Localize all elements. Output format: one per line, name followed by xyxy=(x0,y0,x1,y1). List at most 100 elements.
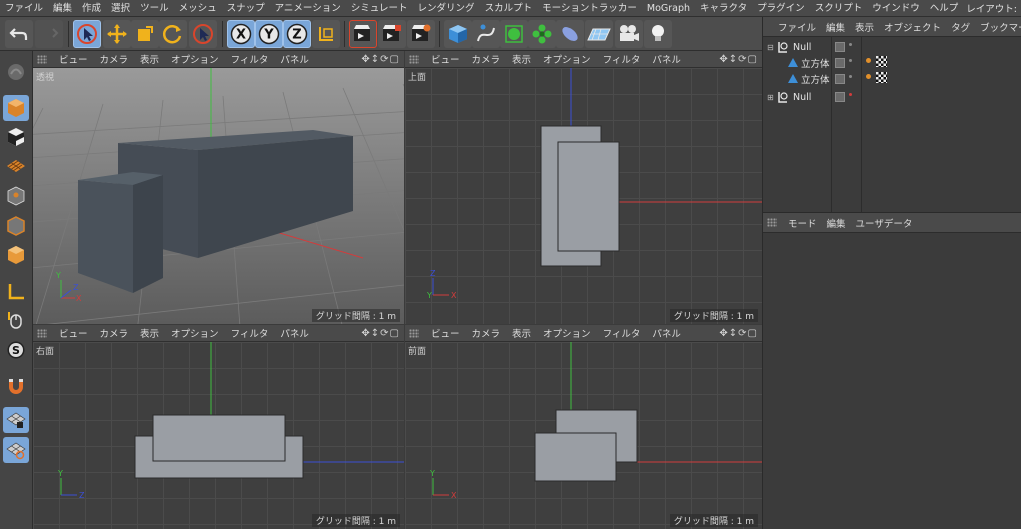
redo-button[interactable] xyxy=(35,20,63,48)
object-row-null[interactable]: ⊞ Null xyxy=(763,89,1021,105)
render-picture-viewer-button[interactable] xyxy=(378,20,406,48)
menu-animate[interactable]: アニメーション xyxy=(270,0,346,16)
object-name[interactable]: Null xyxy=(793,92,811,103)
viewport-menu-view[interactable]: ビュー xyxy=(53,52,94,66)
axis-mode-button[interactable] xyxy=(3,279,29,305)
visibility-dot-icon[interactable] xyxy=(849,59,852,62)
viewport-menu-panel[interactable]: パネル xyxy=(646,52,687,66)
live-select-button[interactable] xyxy=(73,20,101,48)
am-menu-mode[interactable]: モード xyxy=(783,216,822,230)
viewport-navigation-icons[interactable]: ✥↕⟳▢ xyxy=(361,54,404,65)
om-menu-view[interactable]: 表示 xyxy=(850,20,879,34)
menu-motion-tracker[interactable]: モーショントラッカー xyxy=(537,0,642,16)
coordinate-system-button[interactable] xyxy=(312,20,340,48)
panel-grip-icon[interactable] xyxy=(37,54,47,64)
mograph-cloner-button[interactable] xyxy=(528,20,556,48)
viewport-menu-camera[interactable]: カメラ xyxy=(94,326,135,340)
object-row-cube[interactable]: 立方体 xyxy=(763,71,1021,87)
spline-pen-button[interactable] xyxy=(472,20,500,48)
viewport-menu-options[interactable]: オプション xyxy=(537,52,597,66)
texture-mode-button[interactable] xyxy=(3,124,29,150)
menu-file[interactable]: ファイル xyxy=(0,0,48,16)
collapse-icon[interactable]: ⊟ xyxy=(767,43,774,52)
object-row-cube[interactable]: 立方体 xyxy=(763,55,1021,71)
viewport-menu-view[interactable]: ビュー xyxy=(425,326,466,340)
viewport-canvas[interactable]: Z X Y 上面 グリッド間隔 : 1 m xyxy=(405,68,762,324)
viewport-menu-camera[interactable]: カメラ xyxy=(466,326,507,340)
viewport-navigation-icons[interactable]: ✥↕⟳▢ xyxy=(719,328,762,339)
z-axis-lock-button[interactable]: Z xyxy=(283,20,311,48)
menu-help[interactable]: ヘルプ xyxy=(925,0,964,16)
layer-icon[interactable] xyxy=(835,92,845,102)
menu-character[interactable]: キャラクタ xyxy=(695,0,752,16)
camera-button[interactable] xyxy=(615,20,643,48)
menu-sculpt[interactable]: スカルプト xyxy=(480,0,538,16)
expand-icon[interactable]: ⊞ xyxy=(767,93,774,102)
tweak-mode-button[interactable] xyxy=(3,307,29,333)
deformer-button[interactable] xyxy=(556,20,584,48)
menu-mograph[interactable]: MoGraph xyxy=(642,0,695,16)
menu-plugins[interactable]: プラグイン xyxy=(752,0,810,16)
material-tag-icon[interactable] xyxy=(866,58,871,63)
floor-button[interactable] xyxy=(585,20,613,48)
viewport-navigation-icons[interactable]: ✥↕⟳▢ xyxy=(719,54,762,65)
texture-tag-icon[interactable] xyxy=(876,56,887,67)
layer-icon[interactable] xyxy=(835,42,845,52)
material-tag-icon[interactable] xyxy=(866,74,871,79)
layer-icon[interactable] xyxy=(835,58,845,68)
viewport-menu-filter[interactable]: フィルタ xyxy=(225,326,275,340)
menu-select[interactable]: 選択 xyxy=(106,0,135,16)
menu-mesh[interactable]: メッシュ xyxy=(174,0,222,16)
make-editable-button[interactable] xyxy=(3,59,29,85)
rotate-button[interactable] xyxy=(159,20,187,48)
om-menu-edit[interactable]: 編集 xyxy=(821,20,850,34)
viewport-menu-options[interactable]: オプション xyxy=(537,326,597,340)
viewport-canvas[interactable]: Y X Z 透視 グリッド間隔 : 1 m xyxy=(33,68,404,324)
viewport-right[interactable]: ビュー カメラ 表示 オプション フィルタ パネル ✥↕⟳▢ Y Z 右面 グリ… xyxy=(33,325,404,529)
om-menu-tags[interactable]: タグ xyxy=(946,20,975,34)
viewport-menu-display[interactable]: 表示 xyxy=(134,52,165,66)
model-mode-button[interactable] xyxy=(3,95,29,121)
subdivision-surface-button[interactable] xyxy=(500,20,528,48)
panel-grip-icon[interactable] xyxy=(767,218,777,227)
menu-create[interactable]: 作成 xyxy=(77,0,106,16)
render-view-button[interactable] xyxy=(349,20,377,48)
undo-button[interactable] xyxy=(5,20,33,48)
viewport-menu-options[interactable]: オプション xyxy=(165,326,225,340)
om-menu-bookmarks[interactable]: ブックマー xyxy=(975,20,1021,34)
am-menu-edit[interactable]: 編集 xyxy=(822,216,851,230)
visibility-dot-icon[interactable] xyxy=(849,93,852,96)
render-settings-button[interactable] xyxy=(407,20,435,48)
move-button[interactable] xyxy=(103,20,131,48)
viewport-menu-display[interactable]: 表示 xyxy=(134,326,165,340)
recent-tool-button[interactable] xyxy=(189,20,217,48)
viewport-top[interactable]: ビュー カメラ 表示 オプション フィルタ パネル ✥↕⟳▢ Z X Y 上面 … xyxy=(405,51,762,324)
panel-grip-icon[interactable] xyxy=(37,328,47,338)
menu-script[interactable]: スクリプト xyxy=(810,0,868,16)
y-axis-lock-button[interactable]: Y xyxy=(255,20,283,48)
menu-edit[interactable]: 編集 xyxy=(48,0,77,16)
viewport-menu-view[interactable]: ビュー xyxy=(53,326,94,340)
visibility-dot-icon[interactable] xyxy=(849,43,852,46)
polygons-mode-button[interactable] xyxy=(3,242,29,268)
layout-label[interactable]: レイアウト: xyxy=(966,1,1021,15)
viewport-menu-camera[interactable]: カメラ xyxy=(94,52,135,66)
object-name[interactable]: 立方体 xyxy=(801,56,830,70)
object-name[interactable]: Null xyxy=(793,42,811,53)
snap-button[interactable]: S xyxy=(3,337,29,363)
om-menu-file[interactable]: ファイル xyxy=(773,20,821,34)
workplane-align-button[interactable] xyxy=(3,437,29,463)
am-menu-user-data[interactable]: ユーザデータ xyxy=(851,216,918,230)
texture-tag-icon[interactable] xyxy=(876,72,887,83)
edges-mode-button[interactable] xyxy=(3,213,29,239)
viewport-menu-filter[interactable]: フィルタ xyxy=(597,52,647,66)
object-row-null[interactable]: ⊟ Null xyxy=(763,39,1021,55)
viewport-menu-panel[interactable]: パネル xyxy=(646,326,687,340)
menu-window[interactable]: ウインドウ xyxy=(867,0,925,16)
om-menu-objects[interactable]: オブジェクト xyxy=(879,20,946,34)
viewport-canvas[interactable]: Y X 前面 グリッド間隔 : 1 m xyxy=(405,342,762,529)
viewport-menu-filter[interactable]: フィルタ xyxy=(597,326,647,340)
x-axis-lock-button[interactable]: X xyxy=(227,20,255,48)
object-name[interactable]: 立方体 xyxy=(801,72,830,86)
viewport-menu-panel[interactable]: パネル xyxy=(274,326,315,340)
